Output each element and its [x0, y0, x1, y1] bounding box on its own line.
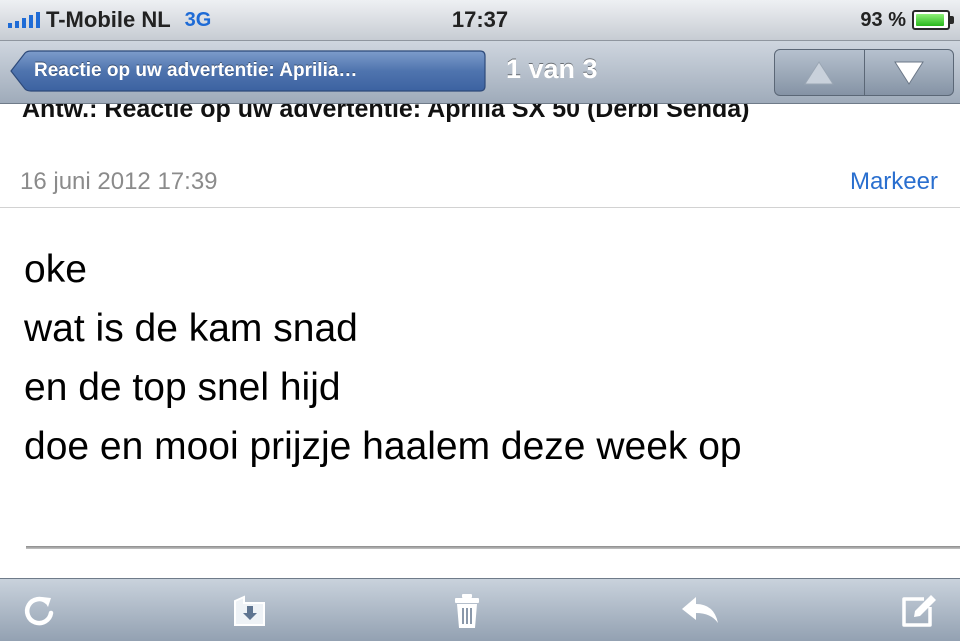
header-divider	[0, 207, 960, 208]
reply-icon	[682, 597, 718, 623]
message-counter: 1 van 3	[506, 54, 598, 84]
status-bar: T-Mobile NL 3G 17:37 93 %	[0, 0, 960, 41]
message-date: 16 juni 2012 17:39	[20, 168, 218, 195]
quote-divider	[26, 546, 960, 549]
next-message-button[interactable]	[863, 50, 954, 95]
status-right: 93 %	[860, 6, 954, 34]
bottom-toolbar	[0, 578, 960, 641]
compose-button[interactable]	[896, 589, 940, 633]
subject-container: Antw.: Reactie op uw advertentie: Aprili…	[0, 104, 960, 164]
navigation-bar: Reactie op uw advertentie: Aprilia… 1 va…	[0, 41, 960, 104]
mark-button[interactable]: Markeer	[850, 168, 938, 196]
refresh-button[interactable]	[18, 589, 62, 633]
back-button-label: Reactie op uw advertentie: Aprilia…	[34, 60, 358, 81]
body-line: doe en mooi prijzje haalem deze week op	[24, 425, 742, 468]
move-button[interactable]	[228, 589, 272, 633]
delete-button[interactable]	[445, 589, 489, 633]
trash-icon	[455, 594, 479, 628]
clock: 17:37	[451, 7, 509, 32]
back-button[interactable]: Reactie op uw advertentie: Aprilia…	[10, 50, 486, 92]
battery-icon	[912, 10, 954, 30]
refresh-icon	[24, 596, 54, 626]
message-navigation-control	[774, 49, 954, 96]
down-triangle-icon	[893, 61, 924, 85]
body-line: oke	[24, 248, 87, 291]
message-subject: Antw.: Reactie op uw advertentie: Aprili…	[22, 104, 750, 123]
battery-percentage: 93 %	[860, 8, 906, 31]
body-line: wat is de kam snad	[24, 307, 358, 350]
move-folder-icon	[234, 595, 265, 626]
message-body: oke wat is de kam snad en de top snel hi…	[24, 240, 742, 476]
up-triangle-icon	[804, 60, 835, 84]
previous-message-button[interactable]	[775, 50, 864, 95]
body-line: en de top snel hijd	[24, 366, 341, 409]
compose-icon	[902, 595, 936, 627]
reply-button[interactable]	[678, 589, 722, 633]
battery-fill	[916, 14, 944, 26]
